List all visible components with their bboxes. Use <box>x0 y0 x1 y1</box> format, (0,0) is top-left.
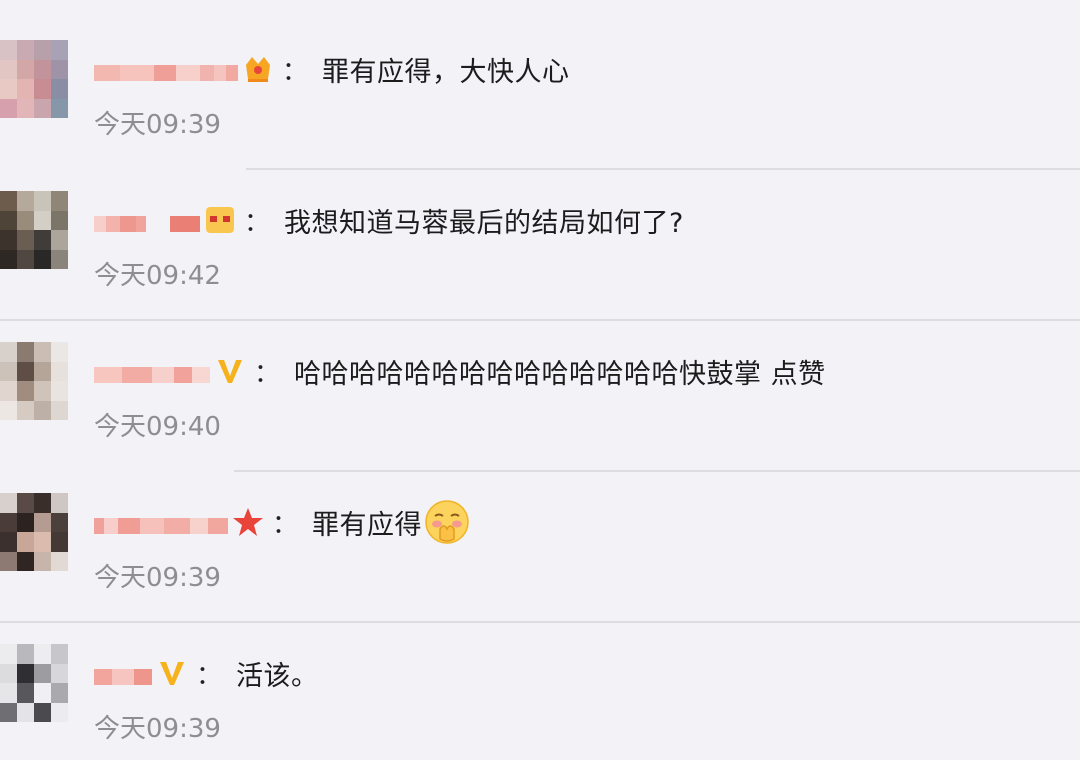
comment-row: ： 罪有应得，大快人心 <box>94 44 570 94</box>
comment-item: ： 我想知道马蓉最后的结局如何了? 今天09:42 <box>0 151 1080 321</box>
username-blurred[interactable] <box>94 356 210 386</box>
comment-item: ： 罪有应得，大快人心 今天09:39 <box>0 0 1080 170</box>
username-blurred[interactable] <box>94 205 200 235</box>
shy-face-emoji-icon <box>424 499 470 545</box>
comment-row: ： 哈哈哈哈哈哈哈哈哈哈哈哈哈哈快鼓掌 点赞 <box>94 346 826 396</box>
comment-row: ： 活该。 <box>94 648 319 698</box>
comment-text: 哈哈哈哈哈哈哈哈哈哈哈哈哈哈快鼓掌 点赞 <box>294 358 826 390</box>
separator: ： <box>196 660 223 691</box>
v-badge-icon <box>214 351 246 391</box>
comment-item: ： 哈哈哈哈哈哈哈哈哈哈哈哈哈哈快鼓掌 点赞 今天09:40 <box>0 302 1080 472</box>
timestamp: 今天09:39 <box>94 714 221 744</box>
gold-face-badge-icon <box>204 200 236 240</box>
avatar[interactable] <box>0 40 68 118</box>
separator: ： <box>254 358 281 389</box>
avatar[interactable] <box>0 191 68 269</box>
comment-list: ： 罪有应得，大快人心 今天09:39 ： 我想知道马蓉最后的结局如何了? 今天… <box>0 0 1080 760</box>
comment-text: 罪有应得，大快人心 <box>322 56 570 88</box>
avatar[interactable] <box>0 342 68 420</box>
separator: ： <box>272 509 299 540</box>
username-blurred[interactable] <box>94 54 238 84</box>
username-blurred[interactable] <box>94 658 152 688</box>
comment-item: ： 罪有应得 今天09:39 <box>0 453 1080 623</box>
comment-text: 活该。 <box>236 660 319 692</box>
separator: ： <box>282 56 309 87</box>
comment-row: ： 我想知道马蓉最后的结局如何了? <box>94 195 684 245</box>
comment-text: 罪有应得 <box>312 509 423 541</box>
crown-badge-icon <box>242 49 274 89</box>
comment-text: 我想知道马蓉最后的结局如何了? <box>284 207 684 239</box>
timestamp: 今天09:42 <box>94 261 221 291</box>
timestamp: 今天09:39 <box>94 110 221 140</box>
comment-item: ： 活该。 今天09:39 <box>0 604 1080 755</box>
avatar[interactable] <box>0 644 68 722</box>
timestamp: 今天09:39 <box>94 563 221 593</box>
separator: ： <box>244 207 271 238</box>
username-blurred[interactable] <box>94 507 228 537</box>
red-star-badge-icon <box>232 502 264 542</box>
avatar[interactable] <box>0 493 68 571</box>
timestamp: 今天09:40 <box>94 412 221 442</box>
comment-row: ： 罪有应得 <box>94 497 470 547</box>
v-badge-icon <box>156 653 188 693</box>
